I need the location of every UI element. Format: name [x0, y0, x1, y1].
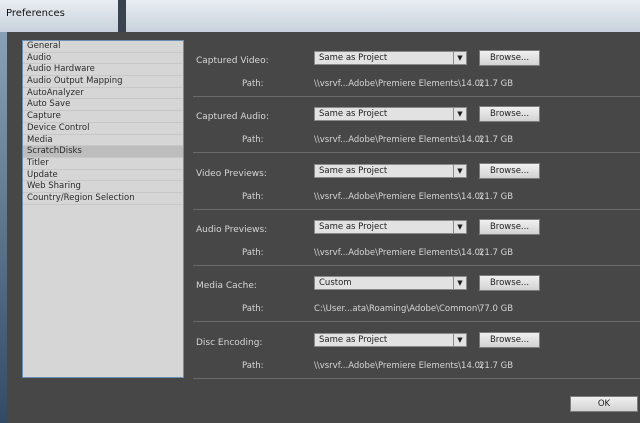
path-value: \\vsrvf...Adobe\Premiere Elements\14.0\: [314, 361, 483, 371]
disk-space: 21.7 GB: [479, 192, 514, 202]
chevron-down-icon[interactable]: ▼: [453, 334, 466, 346]
setting-label: Audio Previews:: [196, 225, 268, 235]
captured-video-dropdown[interactable]: Same as Project ▼: [314, 51, 467, 65]
chevron-down-icon[interactable]: ▼: [453, 108, 466, 120]
path-label: Path:: [242, 361, 264, 371]
captured-audio-dropdown[interactable]: Same as Project ▼: [314, 107, 467, 121]
divider: [193, 209, 640, 210]
disc-encoding-setting: Disc Encoding: Same as Project ▼ Browse.…: [196, 326, 640, 382]
setting-label: Captured Audio:: [196, 112, 269, 122]
disc-encoding-browse-button[interactable]: Browse...: [479, 332, 540, 348]
category-media[interactable]: Media: [23, 135, 183, 147]
path-value: \\vsrvf...Adobe\Premiere Elements\14.0\: [314, 248, 483, 258]
dropdown-value: Same as Project: [319, 53, 388, 63]
desktop-background: [0, 32, 7, 423]
audio-previews-setting: Audio Previews: Same as Project ▼ Browse…: [196, 213, 640, 269]
window-title: Preferences: [6, 8, 65, 19]
path-label: Path:: [242, 79, 264, 89]
category-auto-save[interactable]: Auto Save: [23, 99, 183, 112]
divider: [193, 265, 640, 266]
video-previews-browse-button[interactable]: Browse...: [479, 163, 540, 179]
disk-space: 21.7 GB: [479, 361, 514, 371]
captured-audio-browse-button[interactable]: Browse...: [479, 106, 540, 122]
divider: [193, 152, 640, 153]
disc-encoding-dropdown[interactable]: Same as Project ▼: [314, 333, 467, 347]
category-device-control[interactable]: Device Control: [23, 123, 183, 135]
captured-audio-setting: Captured Audio: Same as Project ▼ Browse…: [196, 100, 640, 156]
media-cache-browse-button[interactable]: Browse...: [479, 275, 540, 291]
category-audio[interactable]: Audio: [23, 53, 183, 65]
path-value: \\vsrvf...Adobe\Premiere Elements\14.0\: [314, 192, 483, 202]
divider: [193, 321, 640, 322]
path-value: C:\User...ata\Roaming\Adobe\Common\: [314, 304, 481, 314]
category-autoanalyzer[interactable]: AutoAnalyzer: [23, 88, 183, 100]
captured-video-setting: Captured Video: Same as Project ▼ Browse…: [196, 44, 640, 100]
category-audio-hardware[interactable]: Audio Hardware: [23, 64, 183, 77]
disk-space: 21.7 GB: [479, 248, 514, 258]
category-general[interactable]: General: [23, 41, 183, 53]
audio-previews-dropdown[interactable]: Same as Project ▼: [314, 220, 467, 234]
category-update[interactable]: Update: [23, 170, 183, 182]
video-previews-setting: Video Previews: Same as Project ▼ Browse…: [196, 157, 640, 213]
disk-space: 77.0 GB: [479, 304, 514, 314]
path-label: Path:: [242, 248, 264, 258]
dropdown-value: Same as Project: [319, 335, 388, 345]
video-previews-dropdown[interactable]: Same as Project ▼: [314, 164, 467, 178]
dropdown-value: Same as Project: [319, 166, 388, 176]
path-value: \\vsrvf...Adobe\Premiere Elements\14.0\: [314, 79, 483, 89]
dropdown-value: Same as Project: [319, 109, 388, 119]
chevron-down-icon[interactable]: ▼: [453, 221, 466, 233]
dropdown-value: Same as Project: [319, 222, 388, 232]
setting-label: Video Previews:: [196, 169, 267, 179]
captured-video-browse-button[interactable]: Browse...: [479, 50, 540, 66]
path-value: \\vsrvf...Adobe\Premiere Elements\14.0\: [314, 135, 483, 145]
path-label: Path:: [242, 304, 264, 314]
background-window-edge: [118, 0, 126, 32]
media-cache-dropdown[interactable]: Custom ▼: [314, 276, 467, 290]
ok-button[interactable]: OK: [570, 396, 638, 412]
disk-space: 21.7 GB: [479, 79, 514, 89]
setting-label: Media Cache:: [196, 281, 257, 291]
category-capture[interactable]: Capture: [23, 111, 183, 123]
category-scratchdisks[interactable]: ScratchDisks: [23, 146, 183, 158]
setting-label: Captured Video:: [196, 56, 269, 66]
divider: [193, 378, 640, 379]
chevron-down-icon[interactable]: ▼: [453, 277, 466, 289]
disk-space: 21.7 GB: [479, 135, 514, 145]
media-cache-setting: Media Cache: Custom ▼ Browse... Path: C:…: [196, 269, 640, 325]
chevron-down-icon[interactable]: ▼: [453, 52, 466, 64]
dropdown-value: Custom: [319, 278, 352, 288]
category-list[interactable]: General Audio Audio Hardware Audio Outpu…: [22, 40, 184, 378]
category-titler[interactable]: Titler: [23, 158, 183, 170]
divider: [193, 96, 640, 97]
category-country-region-selection[interactable]: Country/Region Selection: [23, 193, 183, 205]
chevron-down-icon[interactable]: ▼: [453, 165, 466, 177]
category-web-sharing[interactable]: Web Sharing: [23, 181, 183, 193]
category-audio-output-mapping[interactable]: Audio Output Mapping: [23, 76, 183, 88]
setting-label: Disc Encoding:: [196, 338, 263, 348]
audio-previews-browse-button[interactable]: Browse...: [479, 219, 540, 235]
title-bar: Preferences: [0, 0, 640, 32]
path-label: Path:: [242, 135, 264, 145]
path-label: Path:: [242, 192, 264, 202]
